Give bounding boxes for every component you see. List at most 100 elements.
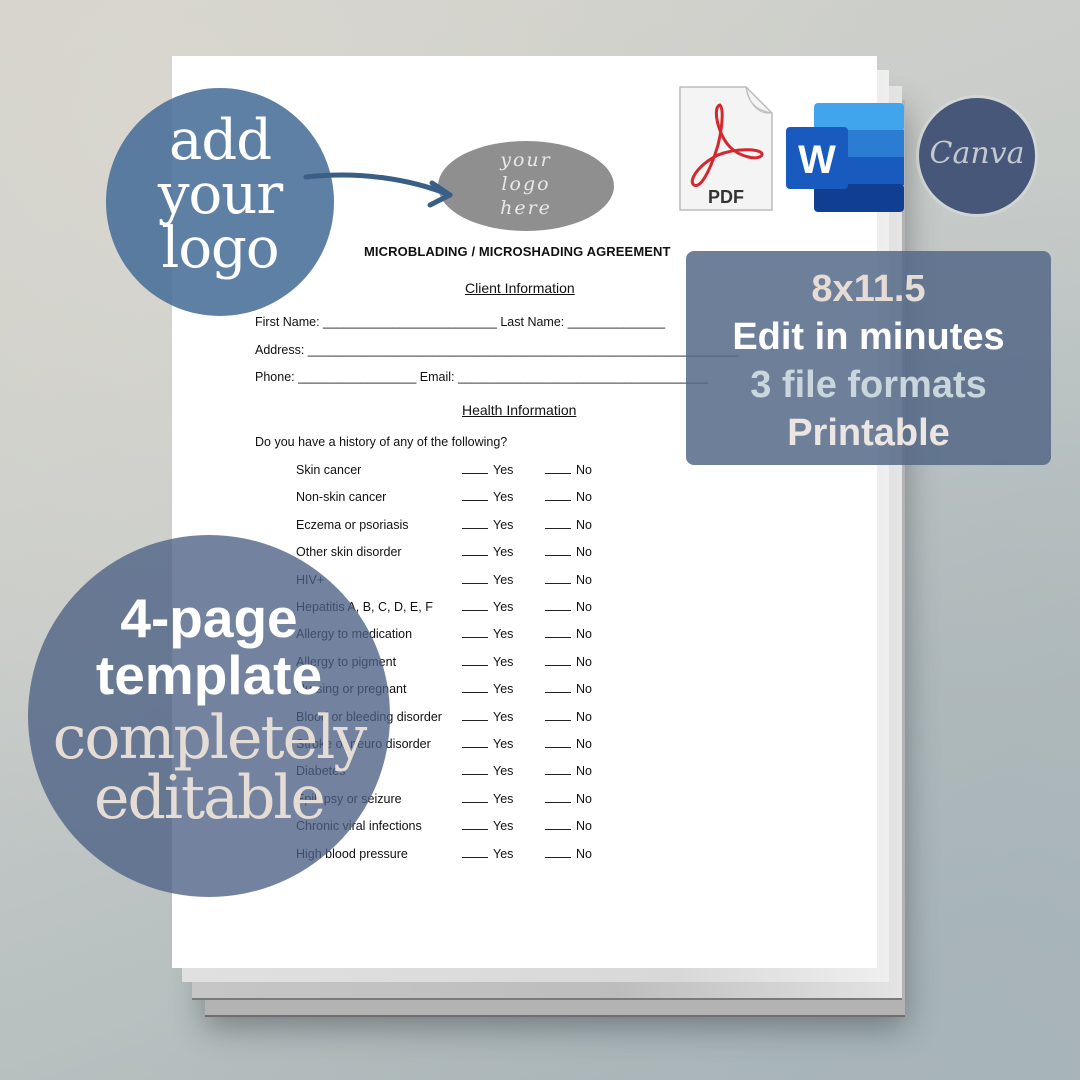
logo-placeholder-line: here bbox=[500, 197, 552, 219]
address-field[interactable]: Address: _______________________________… bbox=[255, 343, 739, 357]
yes-blank[interactable] bbox=[462, 847, 488, 858]
yes-option[interactable]: Yes bbox=[462, 518, 513, 532]
no-option[interactable]: No bbox=[545, 764, 592, 778]
no-blank[interactable] bbox=[545, 655, 571, 666]
yes-blank[interactable] bbox=[462, 737, 488, 748]
condition-row: HIV+YesNo bbox=[296, 573, 656, 591]
yes-label: Yes bbox=[493, 627, 514, 642]
yes-option[interactable]: Yes bbox=[462, 819, 513, 833]
template-line-serif: editable bbox=[93, 763, 326, 833]
yes-option[interactable]: Yes bbox=[462, 490, 513, 504]
no-label: No bbox=[576, 819, 592, 834]
yes-blank[interactable] bbox=[462, 655, 488, 666]
no-blank[interactable] bbox=[545, 819, 571, 831]
condition-row: Skin cancer Yes No bbox=[296, 463, 656, 481]
condition-label: Skin cancer bbox=[296, 463, 362, 477]
contact-fields: Phone: _________________ Email: ________… bbox=[255, 370, 708, 384]
no-option[interactable]: No bbox=[545, 463, 592, 477]
yes-option[interactable]: Yes bbox=[462, 847, 513, 861]
yes-label: Yes bbox=[493, 764, 514, 779]
yes-label: Yes bbox=[493, 517, 514, 532]
feature-printable: Printable bbox=[787, 412, 950, 454]
no-option[interactable]: No bbox=[545, 847, 592, 861]
no-blank[interactable] bbox=[545, 847, 571, 858]
yes-blank[interactable] bbox=[462, 764, 488, 776]
feature-size: 8x11.5 bbox=[811, 268, 926, 310]
no-option[interactable]: No bbox=[545, 518, 592, 532]
no-option[interactable]: No bbox=[545, 573, 592, 587]
first-name-field[interactable]: First Name: _________________________ bbox=[255, 315, 497, 329]
yes-label: Yes bbox=[493, 682, 514, 697]
yes-blank[interactable] bbox=[462, 792, 488, 803]
document-title: MICROBLADING / MICROSHADING AGREEMENT bbox=[364, 244, 671, 259]
no-blank[interactable] bbox=[545, 600, 571, 611]
no-option[interactable]: No bbox=[545, 682, 592, 696]
no-blank[interactable] bbox=[545, 682, 571, 694]
no-blank[interactable] bbox=[545, 463, 571, 474]
yes-option[interactable]: Yes bbox=[462, 764, 513, 778]
yes-option[interactable]: Yes bbox=[462, 792, 513, 806]
no-blank[interactable] bbox=[545, 490, 571, 502]
yes-option[interactable]: Yes bbox=[462, 655, 513, 669]
no-label: No bbox=[576, 463, 592, 477]
logo-placeholder-line: your bbox=[500, 149, 552, 171]
name-fields: First Name: _________________________ La… bbox=[255, 315, 665, 329]
yes-option[interactable]: Yes bbox=[462, 710, 513, 724]
no-option[interactable]: No bbox=[545, 655, 592, 669]
canva-label: Canva bbox=[929, 136, 1025, 171]
yes-option[interactable]: Yes bbox=[462, 627, 513, 641]
no-blank[interactable] bbox=[545, 627, 571, 639]
condition-row: Non-skin cancer Yes No bbox=[296, 490, 656, 508]
word-file-icon: W bbox=[786, 103, 904, 212]
no-option[interactable]: No bbox=[545, 819, 592, 833]
no-option[interactable]: No bbox=[545, 490, 592, 504]
yes-label: Yes bbox=[493, 654, 514, 669]
yes-option[interactable]: Yes bbox=[462, 545, 513, 559]
yes-blank[interactable] bbox=[462, 490, 488, 502]
yes-blank[interactable] bbox=[462, 710, 488, 721]
no-option[interactable]: No bbox=[545, 600, 592, 614]
no-option[interactable]: No bbox=[545, 792, 592, 806]
yes-blank[interactable] bbox=[462, 463, 488, 474]
no-blank[interactable] bbox=[545, 573, 571, 584]
yes-option[interactable]: Yes bbox=[462, 463, 513, 477]
condition-row: High blood pressure Yes No bbox=[296, 847, 656, 865]
yes-blank[interactable] bbox=[462, 682, 488, 694]
yes-blank[interactable] bbox=[462, 573, 488, 584]
no-label: No bbox=[576, 654, 592, 669]
no-option[interactable]: No bbox=[545, 710, 592, 724]
no-blank[interactable] bbox=[545, 737, 571, 748]
no-label: No bbox=[576, 709, 592, 724]
no-label: No bbox=[576, 490, 592, 505]
features-box: 8x11.5 Edit in minutes 3 file formats Pr… bbox=[686, 251, 1051, 465]
no-blank[interactable] bbox=[545, 792, 571, 803]
phone-field[interactable]: Phone: _________________ bbox=[255, 370, 416, 384]
no-label: No bbox=[576, 737, 592, 751]
yes-option[interactable]: Yes bbox=[462, 737, 513, 751]
yes-blank[interactable] bbox=[462, 518, 488, 529]
email-field[interactable]: Email: _________________________________… bbox=[420, 370, 708, 384]
no-option[interactable]: No bbox=[545, 737, 592, 751]
condition-row: Other skin disorder Yes No bbox=[296, 545, 656, 563]
no-blank[interactable] bbox=[545, 518, 571, 529]
yes-label: Yes bbox=[493, 545, 514, 560]
yes-blank[interactable] bbox=[462, 627, 488, 639]
template-badge: 4-page template completely editable bbox=[28, 535, 390, 897]
no-blank[interactable] bbox=[545, 710, 571, 721]
no-label: No bbox=[576, 517, 592, 532]
no-label: No bbox=[576, 846, 592, 861]
yes-blank[interactable] bbox=[462, 819, 488, 831]
yes-option[interactable]: Yes bbox=[462, 573, 513, 587]
yes-blank[interactable] bbox=[462, 545, 488, 557]
no-option[interactable]: No bbox=[545, 627, 592, 641]
yes-blank[interactable] bbox=[462, 600, 488, 611]
last-name-field[interactable]: Last Name: ______________ bbox=[500, 315, 665, 329]
yes-option[interactable]: Yes bbox=[462, 682, 513, 696]
no-blank[interactable] bbox=[545, 764, 571, 776]
yes-label: Yes bbox=[493, 846, 514, 861]
yes-option[interactable]: Yes bbox=[462, 600, 513, 614]
no-blank[interactable] bbox=[545, 545, 571, 557]
no-option[interactable]: No bbox=[545, 545, 592, 559]
health-question: Do you have a history of any of the foll… bbox=[255, 435, 508, 449]
yes-label: Yes bbox=[493, 572, 514, 587]
